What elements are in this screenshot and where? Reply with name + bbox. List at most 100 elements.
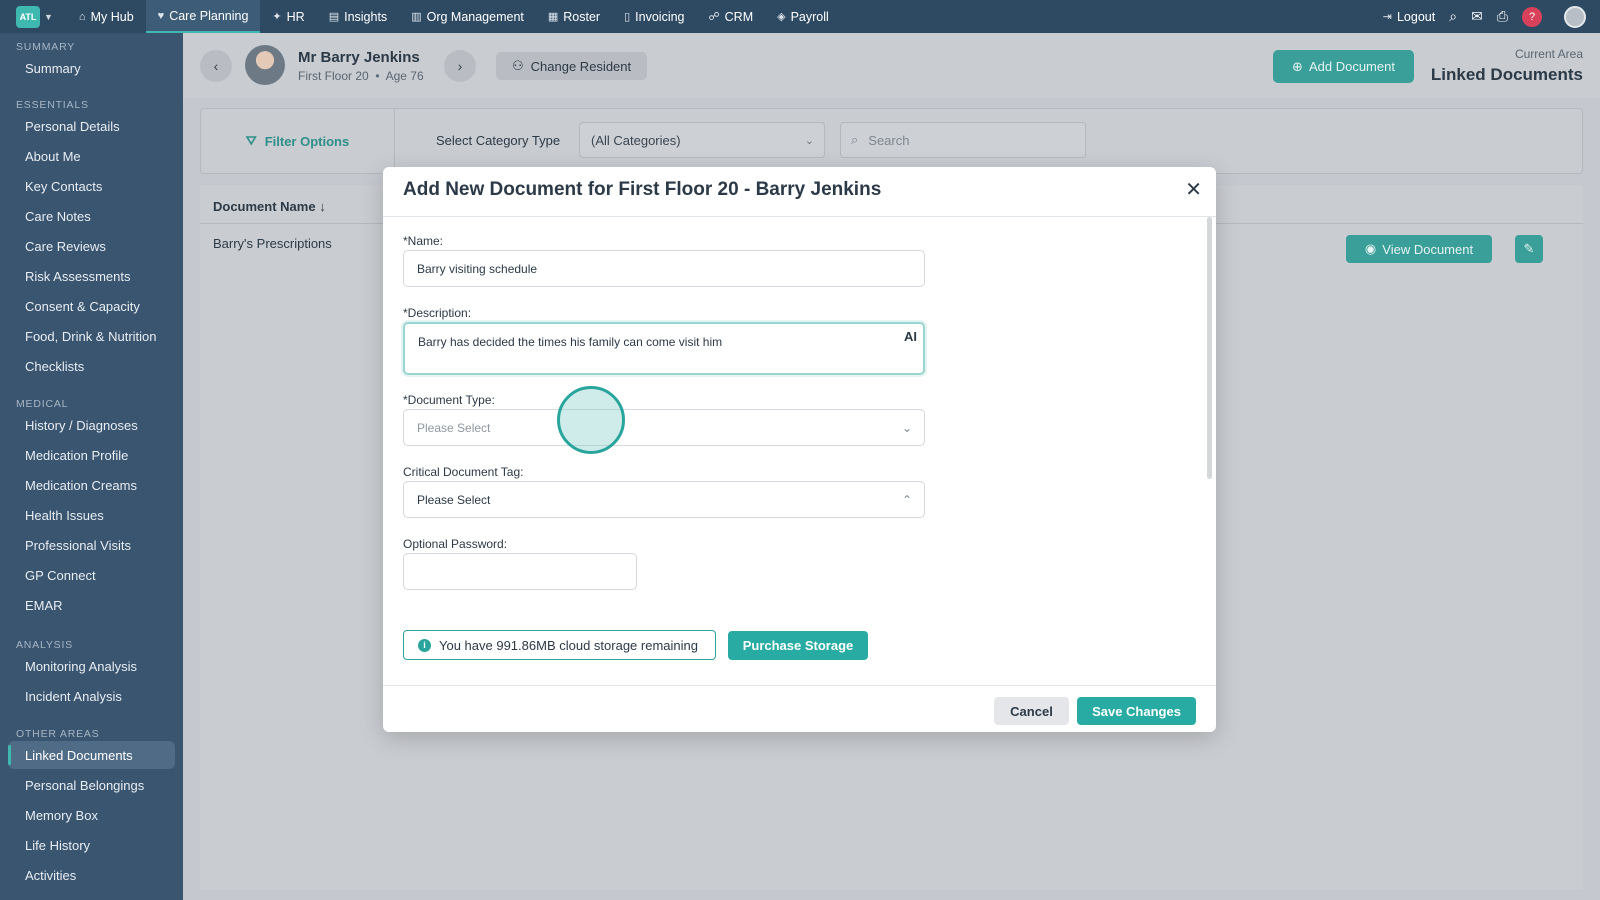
sidebar-item-history-diagnoses[interactable]: History / Diagnoses: [8, 411, 175, 439]
org-badge[interactable]: ATL: [16, 5, 40, 28]
sidebar-item-linked-documents[interactable]: Linked Documents: [8, 741, 175, 769]
help-icon[interactable]: ?: [1522, 6, 1542, 27]
calendar-icon: ▦: [547, 11, 559, 23]
next-resident-button[interactable]: ›: [444, 50, 476, 82]
add-document-label: Add Document: [1308, 59, 1395, 74]
sidebar-section-medical: MEDICAL: [16, 398, 69, 410]
name-value: Barry visiting schedule: [417, 261, 538, 276]
nav-label: Invoicing: [635, 9, 685, 24]
print-icon[interactable]: ⎙: [1497, 8, 1508, 25]
nav-org-management[interactable]: ▥ Org Management: [399, 0, 536, 33]
nav-label: Org Management: [426, 9, 524, 24]
modal-footer: Cancel Save Changes: [383, 685, 1216, 732]
critical-tag-value: Please Select: [417, 492, 491, 507]
sidebar-item-medication-creams[interactable]: Medication Creams: [8, 471, 175, 499]
chevron-down-icon[interactable]: ▼: [44, 12, 53, 22]
ai-assist-icon[interactable]: AI: [904, 329, 917, 344]
change-resident-button[interactable]: ⚇ Change Resident: [496, 52, 648, 80]
sidebar-section-analysis: ANALYSIS: [16, 639, 73, 651]
cancel-button[interactable]: Cancel: [994, 697, 1069, 725]
document-type-select[interactable]: Please Select ⌄: [403, 409, 925, 446]
logout-button[interactable]: ⇥ Logout: [1383, 0, 1435, 33]
sidebar-item-personal-belongings[interactable]: Personal Belongings: [8, 771, 175, 799]
critical-tag-select[interactable]: Please Select ⌃: [403, 481, 925, 518]
nav-label: HR: [286, 9, 305, 24]
nav-hr[interactable]: ✦ HR: [260, 0, 316, 33]
sidebar-item-professional-visits[interactable]: Professional Visits: [8, 531, 175, 559]
modal-scrollbar[interactable]: [1207, 217, 1212, 479]
sort-arrow-icon: ↓: [319, 199, 326, 214]
category-type-value: (All Categories): [591, 132, 681, 148]
add-document-modal: Add New Document for First Floor 20 - Ba…: [383, 167, 1216, 732]
sidebar-item-risk-assessments[interactable]: Risk Assessments: [8, 262, 175, 290]
category-type-select[interactable]: (All Categories) ⌄: [579, 122, 825, 158]
contacts-icon: ☍: [708, 11, 720, 23]
search-icon[interactable]: ⌕: [1449, 8, 1457, 25]
resident-header: ‹ Mr Barry Jenkins First Floor 20 • Age …: [183, 33, 1600, 98]
invoice-icon: ▯: [624, 11, 631, 23]
logout-label: Logout: [1396, 9, 1436, 24]
people-icon: ⚇: [512, 58, 524, 73]
sidebar-item-emar[interactable]: EMAR: [8, 591, 175, 619]
modal-body: *Name: Barry visiting schedule *Descript…: [383, 217, 1216, 675]
nav-crm[interactable]: ☍ CRM: [697, 0, 766, 33]
filter-options-label: Filter Options: [264, 133, 350, 149]
pencil-icon: ✎: [1523, 241, 1535, 256]
nav-care-planning[interactable]: ♥ Care Planning: [145, 0, 261, 33]
chevron-up-icon: ⌃: [901, 492, 912, 507]
sidebar-item-health-issues[interactable]: Health Issues: [8, 501, 175, 529]
previous-resident-button[interactable]: ‹: [200, 50, 232, 82]
mail-icon[interactable]: ✉: [1471, 8, 1483, 25]
search-icon: ⌕: [851, 132, 859, 147]
sidebar-item-incident-analysis[interactable]: Incident Analysis: [8, 682, 175, 710]
password-field[interactable]: [403, 553, 637, 590]
current-area-label: Current Area: [1514, 47, 1583, 61]
sidebar-item-key-contacts[interactable]: Key Contacts: [8, 172, 175, 200]
view-document-button[interactable]: ◉ View Document: [1346, 235, 1492, 263]
filter-options-button[interactable]: ⛛ Filter Options: [201, 109, 395, 173]
sidebar-item-consent-capacity[interactable]: Consent & Capacity: [8, 292, 175, 320]
user-avatar[interactable]: [1564, 5, 1586, 28]
sidebar-section-essentials: ESSENTIALS: [16, 99, 89, 111]
sidebar-item-care-reviews[interactable]: Care Reviews: [8, 232, 175, 260]
sidebar-item-food-drink-nutrition[interactable]: Food, Drink & Nutrition: [8, 322, 175, 350]
resident-name: Mr Barry Jenkins: [298, 49, 420, 66]
nav-label: Care Planning: [169, 8, 249, 23]
change-resident-label: Change Resident: [530, 58, 632, 74]
name-field[interactable]: Barry visiting schedule: [403, 250, 925, 287]
nav-label: CRM: [724, 9, 754, 24]
sidebar-item-checklists[interactable]: Checklists: [8, 352, 175, 380]
purchase-storage-button[interactable]: Purchase Storage: [728, 631, 868, 660]
sidebar-item-summary[interactable]: Summary: [8, 54, 175, 82]
logout-icon: ⇥: [1382, 11, 1392, 23]
column-header-document-name[interactable]: Document Name ↓: [213, 199, 326, 214]
storage-text: You have 991.86MB cloud storage remainin…: [439, 637, 698, 653]
close-icon[interactable]: ✕: [1185, 177, 1202, 202]
description-field[interactable]: Barry has decided the times his family c…: [403, 322, 925, 375]
nav-insights[interactable]: ▤ Insights: [317, 0, 400, 33]
sidebar-item-activities[interactable]: Activities: [8, 861, 175, 889]
add-document-button[interactable]: ⊕ Add Document: [1273, 50, 1414, 83]
storage-info-badge: i You have 991.86MB cloud storage remain…: [403, 630, 716, 660]
sidebar-item-personal-details[interactable]: Personal Details: [8, 112, 175, 140]
sidebar-item-gp-connect[interactable]: GP Connect: [8, 561, 175, 589]
chevron-down-icon: ⌄: [804, 134, 814, 147]
sidebar-section-other-areas: OTHER AREAS: [16, 728, 100, 740]
sidebar-item-life-history[interactable]: Life History: [8, 831, 175, 859]
sidebar-item-medication-profile[interactable]: Medication Profile: [8, 441, 175, 469]
save-changes-button[interactable]: Save Changes: [1077, 697, 1196, 725]
sidebar-item-care-notes[interactable]: Care Notes: [8, 202, 175, 230]
sidebar-item-memory-box[interactable]: Memory Box: [8, 801, 175, 829]
sidebar-item-monitoring-analysis[interactable]: Monitoring Analysis: [8, 652, 175, 680]
modal-header: Add New Document for First Floor 20 - Ba…: [383, 167, 1216, 217]
description-label: *Description:: [403, 306, 472, 320]
nav-label: Roster: [563, 9, 601, 24]
nav-invoicing[interactable]: ▯ Invoicing: [612, 0, 696, 33]
nav-payroll[interactable]: ◈ Payroll: [765, 0, 841, 33]
edit-document-button[interactable]: ✎: [1515, 235, 1543, 263]
nav-my-hub[interactable]: ⌂ My Hub: [67, 0, 146, 33]
nav-roster[interactable]: ▦ Roster: [536, 0, 612, 33]
sidebar-item-about-me[interactable]: About Me: [8, 142, 175, 170]
heart-icon: ♥: [157, 9, 165, 22]
search-input[interactable]: ⌕ Search: [840, 122, 1086, 158]
